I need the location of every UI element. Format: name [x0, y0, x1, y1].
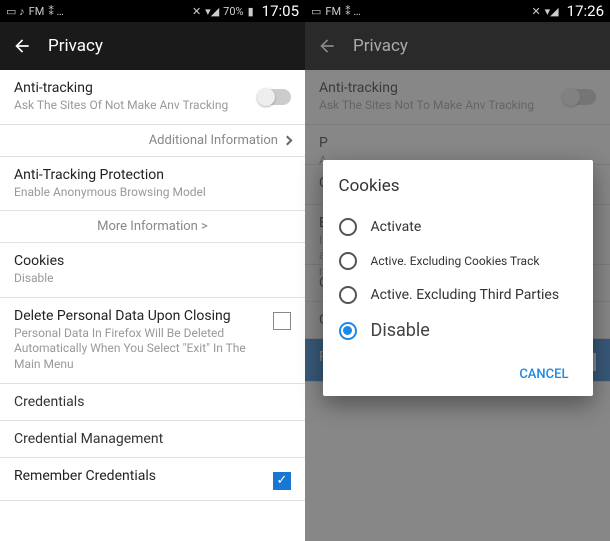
delete-data-title: Delete Personal Data Upon Closing: [14, 308, 263, 324]
vibrate-icon: ✕: [192, 5, 201, 18]
protection-title: Anti-Tracking Protection: [14, 167, 291, 183]
settings-content: Anti-tracking Ask The Sites Of Not Make …: [0, 70, 305, 541]
anti-tracking-row[interactable]: Anti-tracking Ask The Sites Of Not Make …: [0, 70, 305, 125]
radio-icon: [339, 322, 357, 340]
cookies-row[interactable]: Cookies Disable: [0, 243, 305, 298]
anti-tracking-title: Anti-tracking: [14, 80, 228, 96]
protection-sub: Enable Anonymous Browsing Model: [14, 185, 291, 201]
delete-data-checkbox[interactable]: [273, 312, 291, 330]
clock: 17:26: [567, 2, 604, 20]
additional-info-link[interactable]: Additional Information: [0, 125, 305, 157]
radio-excl-third[interactable]: Active. Excluding Third Parties: [339, 278, 577, 312]
back-icon[interactable]: [12, 36, 32, 56]
delete-data-row[interactable]: Delete Personal Data Upon Closing Person…: [0, 298, 305, 384]
dialog-title: Cookies: [339, 176, 577, 196]
more-info-label: More Information >: [97, 219, 208, 234]
remember-credentials-row[interactable]: Remember Credentials ✓: [0, 458, 305, 501]
bt-icon: ⁑ …: [345, 5, 361, 18]
fm-label: FM: [325, 5, 341, 18]
notif-icon: ▭: [311, 5, 321, 18]
dialog-overlay[interactable]: Cookies Activate Active. Excluding Cooki…: [305, 70, 610, 541]
phone-right: ▭ FM ⁑ … ✕ ▾◢ 17:26 Privacy Anti-trackin…: [305, 0, 610, 541]
bt-icon: ⁑ …: [48, 5, 64, 18]
radio-disable[interactable]: Disable: [339, 312, 577, 349]
remember-label: Remember Credentials: [14, 468, 156, 484]
radio-icon: [339, 286, 357, 304]
header-title: Privacy: [48, 36, 103, 56]
header: Privacy: [305, 22, 610, 70]
cookies-value: Disable: [14, 271, 291, 287]
fm-label: FM: [29, 5, 45, 18]
protection-row[interactable]: Anti-Tracking Protection Enable Anonymou…: [0, 157, 305, 212]
phone-left: ▭ ♪ FM ⁑ … ✕ ▾◢ 70% ▮ 17:05 Privacy Anti…: [0, 0, 305, 541]
status-bar: ▭ FM ⁑ … ✕ ▾◢ 17:26: [305, 0, 610, 22]
credential-mgmt-row[interactable]: Credential Management: [0, 421, 305, 458]
more-info-link[interactable]: More Information >: [0, 211, 305, 243]
clock: 17:05: [262, 2, 299, 20]
back-icon[interactable]: [317, 36, 337, 56]
radio-excl-track[interactable]: Active. Excluding Cookies Track: [339, 244, 577, 278]
additional-info-label: Additional Information: [149, 133, 278, 148]
radio-icon: [339, 218, 357, 236]
vibrate-icon: ✕: [531, 5, 540, 18]
radio-label: Activate: [371, 219, 422, 235]
status-bar: ▭ ♪ FM ⁑ … ✕ ▾◢ 70% ▮ 17:05: [0, 0, 305, 22]
wifi-icon: ▾◢: [545, 5, 559, 18]
battery-label: 70%: [223, 5, 243, 18]
chevron-right-icon: [283, 135, 293, 145]
battery-icon: ▮: [248, 5, 254, 18]
anti-tracking-toggle[interactable]: [257, 89, 291, 105]
cookies-dialog: Cookies Activate Active. Excluding Cooki…: [323, 160, 593, 396]
radio-label: Disable: [371, 320, 430, 341]
header-title: Privacy: [353, 36, 408, 56]
radio-icon: [339, 252, 357, 270]
credentials-header: Credentials: [0, 384, 305, 421]
radio-label: Active. Excluding Cookies Track: [371, 254, 540, 268]
notif-icon: ▭ ♪: [6, 5, 25, 18]
radio-activate[interactable]: Activate: [339, 210, 577, 244]
radio-label: Active. Excluding Third Parties: [371, 287, 560, 303]
remember-checkbox[interactable]: ✓: [273, 472, 291, 490]
delete-data-sub: Personal Data In Firefox Will Be Deleted…: [14, 326, 263, 373]
cancel-button[interactable]: CANCEL: [511, 361, 576, 388]
header: Privacy: [0, 22, 305, 70]
anti-tracking-sub: Ask The Sites Of Not Make Anv Tracking: [14, 98, 228, 114]
cookies-title: Cookies: [14, 253, 291, 269]
wifi-icon: ▾◢: [205, 5, 219, 18]
dialog-actions: CANCEL: [339, 349, 577, 388]
